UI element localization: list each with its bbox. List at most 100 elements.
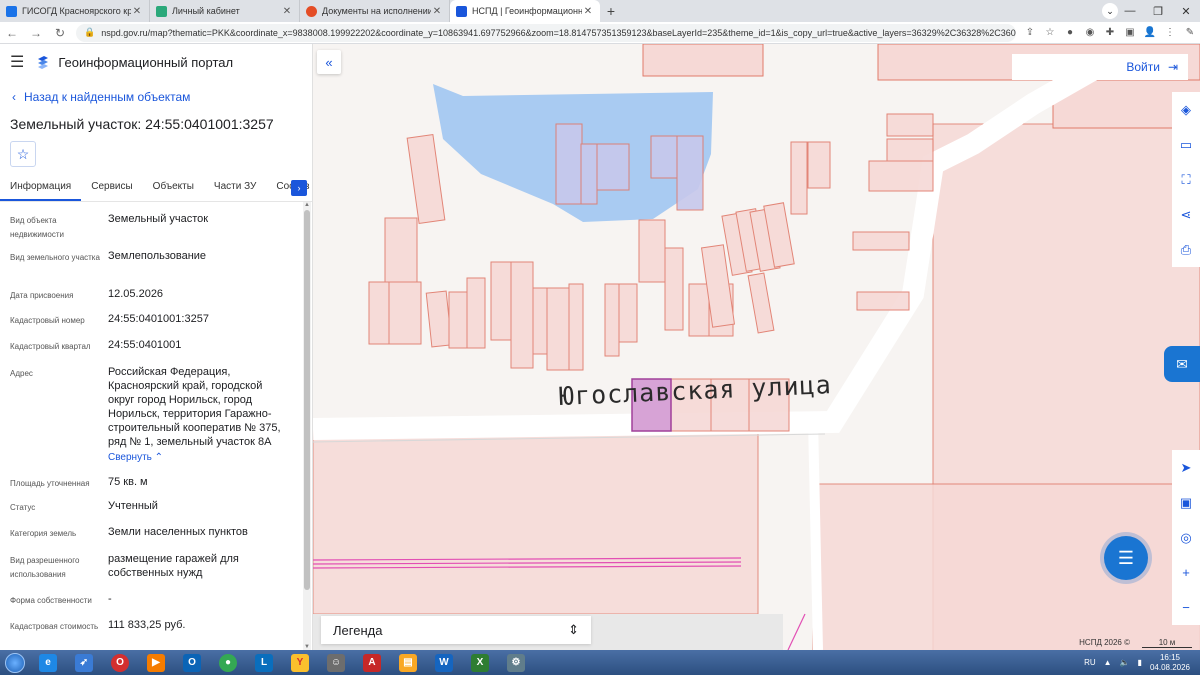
extension-icon[interactable]: ● xyxy=(1060,27,1080,38)
tab-objects[interactable]: Объекты xyxy=(143,176,204,201)
minimap-icon[interactable]: ▣ xyxy=(1172,485,1200,520)
tray-arrow-icon[interactable]: ▲ xyxy=(1104,658,1112,667)
ie-icon[interactable]: e xyxy=(30,650,66,675)
tab-label: Личный кабинет xyxy=(172,6,240,16)
word-icon[interactable]: W xyxy=(426,650,462,675)
clock-time: 16:15 xyxy=(1159,652,1180,662)
tool-icon[interactable]: ⚙ xyxy=(498,650,534,675)
share-icon[interactable]: ⇪ xyxy=(1020,27,1040,38)
parcel xyxy=(368,281,390,345)
minimize-icon[interactable]: — xyxy=(1116,0,1144,22)
tab-parts[interactable]: Части ЗУ xyxy=(204,176,266,201)
language-indicator[interactable]: RU xyxy=(1084,658,1096,667)
agent-icon[interactable]: ☺ xyxy=(318,650,354,675)
puzzle-icon[interactable]: ✚ xyxy=(1100,27,1120,38)
close-window-icon[interactable]: ✕ xyxy=(1172,0,1200,22)
media-player-icon[interactable]: ▶ xyxy=(138,650,174,675)
start-button[interactable] xyxy=(0,650,30,675)
app-icon[interactable]: ➶ xyxy=(66,650,102,675)
back-to-results-link[interactable]: ‹ Назад к найденным объектам xyxy=(12,90,190,104)
select-area-icon[interactable]: ⛶ xyxy=(1172,162,1200,197)
url-field[interactable]: 🔒 nspd.gov.ru/map?thematic=PKK&coordinat… xyxy=(76,23,1016,42)
outlook-icon[interactable]: O xyxy=(174,650,210,675)
panel-scrollbar[interactable]: ▲ ▼ xyxy=(303,202,311,650)
excel-icon[interactable]: X xyxy=(462,650,498,675)
favorite-button[interactable]: ☆ xyxy=(10,141,36,167)
property-row: Адрес Российская Федерация, Красноярский … xyxy=(0,365,300,475)
property-key: Площадь уточненная xyxy=(10,479,90,488)
parcel xyxy=(638,219,666,283)
property-row: Вид земельного участка Землепользование xyxy=(0,249,300,287)
search-location-icon[interactable]: ◎ xyxy=(1172,520,1200,555)
lock-icon[interactable]: 🔒 xyxy=(84,27,95,38)
browser-tab-nspd[interactable]: НСПД | Геоинформационный п ✕ xyxy=(450,0,600,22)
pdf-icon[interactable]: A xyxy=(354,650,390,675)
volume-icon[interactable]: 🔈 xyxy=(1120,658,1130,667)
bookmark-star-icon[interactable]: ☆ xyxy=(1040,27,1060,38)
message-icon: ☰ xyxy=(1117,547,1135,568)
lync-icon[interactable]: L xyxy=(246,650,282,675)
zoom-out-icon[interactable]: − xyxy=(1172,590,1200,625)
browser-tab-documents[interactable]: Документы на исполнении ✕ xyxy=(300,0,450,22)
property-value: Землепользование xyxy=(108,250,207,262)
property-value: 12.05.2026 xyxy=(108,288,164,300)
more-menu-icon[interactable]: ⋮ xyxy=(1160,27,1180,38)
extension-icon[interactable]: ◉ xyxy=(1080,27,1100,38)
windows-taskbar: e ➶ O ▶ O ● L Y ☺ A ▤ W X ⚙ RU ▲ 🔈 ▮ 16:… xyxy=(0,650,1200,675)
close-icon[interactable]: ✕ xyxy=(431,6,443,17)
parcel xyxy=(596,143,630,191)
yandex-icon[interactable]: Y xyxy=(282,650,318,675)
reload-icon[interactable]: ↻ xyxy=(48,26,72,40)
tab-information[interactable]: Информация xyxy=(0,176,82,201)
chat-bubble-button[interactable]: ☰ xyxy=(1104,536,1148,580)
opera-icon[interactable]: O xyxy=(102,650,138,675)
browser-tab-gisogd[interactable]: ГИСОГД Красноярского края ✕ xyxy=(0,0,150,22)
property-value: 75 кв. м xyxy=(108,476,148,488)
property-key: Форма собственности xyxy=(10,596,92,605)
zoom-in-icon[interactable]: + xyxy=(1172,555,1200,590)
share-icon[interactable]: ⋖ xyxy=(1172,197,1200,232)
parcel xyxy=(868,160,934,192)
map-copyright: НСПД 2026 © xyxy=(1079,638,1130,647)
legend-dropdown[interactable]: Легенда ⇕ xyxy=(321,616,591,644)
maximize-icon[interactable]: ❐ xyxy=(1144,0,1172,22)
tab-services[interactable]: Сервисы xyxy=(81,176,142,201)
documents-favicon-icon xyxy=(306,5,317,17)
parcel xyxy=(688,283,710,337)
close-icon[interactable]: ✕ xyxy=(281,6,293,17)
pencil-icon[interactable]: ✎ xyxy=(1180,27,1200,38)
layers-icon[interactable]: ◈ xyxy=(1172,92,1200,127)
sidebar-icon[interactable]: ▣ xyxy=(1120,27,1140,38)
collapse-panel-button[interactable]: « xyxy=(317,50,341,74)
clock[interactable]: 16:15 04.08.2026 xyxy=(1150,653,1190,673)
print-icon[interactable]: ⎙ xyxy=(1172,232,1200,267)
ruler-icon[interactable]: ▭ xyxy=(1172,127,1200,162)
gisogd-favicon-icon xyxy=(6,5,17,17)
help-chat-button[interactable]: ✉ xyxy=(1164,346,1200,382)
close-icon[interactable]: ✕ xyxy=(131,6,143,17)
tabs-scroll-right-icon[interactable]: › xyxy=(291,180,307,196)
parcel xyxy=(604,283,620,357)
forward-icon[interactable]: → xyxy=(24,26,48,40)
login-button[interactable]: Войти ⇥ xyxy=(1012,54,1188,80)
parcel xyxy=(886,138,934,162)
chrome-icon[interactable]: ● xyxy=(210,650,246,675)
network-icon[interactable]: ▮ xyxy=(1138,658,1142,667)
scroll-up-icon[interactable]: ▲ xyxy=(303,202,311,208)
new-tab-button[interactable]: + xyxy=(600,0,622,22)
hamburger-menu-icon[interactable]: ☰ xyxy=(10,52,24,72)
address-value: Российская Федерация, Красноярский край,… xyxy=(108,366,281,448)
back-icon[interactable]: ← xyxy=(0,26,24,40)
scrollbar-thumb[interactable] xyxy=(304,210,310,590)
profile-icon[interactable]: 👤 xyxy=(1140,27,1160,38)
map-layer xyxy=(313,44,1200,650)
parcel xyxy=(852,231,910,251)
explorer-icon[interactable]: ▤ xyxy=(390,650,426,675)
map-canvas[interactable]: Югославская улица « Войти ⇥ ◈ ▭ ⛶ ⋖ ⎙ ✉ … xyxy=(313,44,1200,650)
browser-tab-cabinet[interactable]: Личный кабинет ✕ xyxy=(150,0,300,22)
locate-icon[interactable]: ➤ xyxy=(1172,450,1200,485)
collapse-link[interactable]: Свернуть ⌃ xyxy=(108,451,163,465)
login-icon: ⇥ xyxy=(1167,60,1178,74)
close-icon[interactable]: ✕ xyxy=(582,6,594,17)
properties-list: Вид объекта недвижимости Земельный участо… xyxy=(0,212,300,648)
